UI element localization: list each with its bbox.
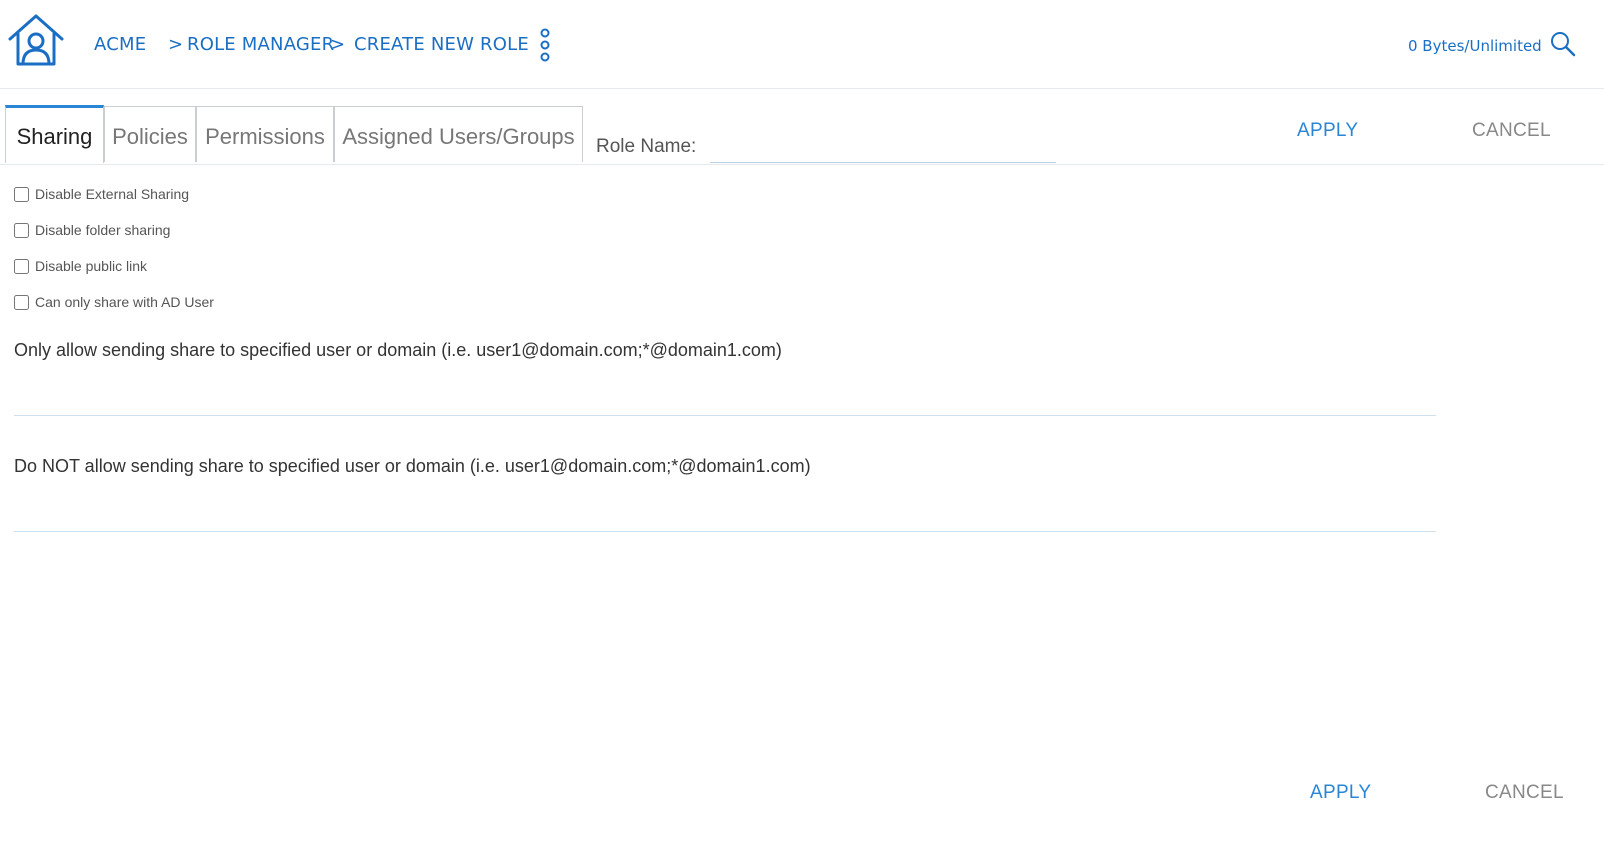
option-label: Disable External Sharing (35, 186, 190, 202)
deny-share-input[interactable] (14, 501, 1436, 532)
apply-button[interactable]: APPLY (1297, 120, 1358, 142)
allow-share-input[interactable] (14, 385, 1436, 416)
checkbox-disable-folder-sharing[interactable] (14, 222, 29, 238)
home-icon[interactable] (6, 12, 66, 68)
option-label: Can only share with AD User (35, 294, 214, 310)
role-manager-page: ACME > ROLE MANAGER > CREATE NEW ROLE 0 … (0, 0, 1604, 849)
deny-share-label: Do NOT allow sending share to specified … (14, 456, 811, 476)
option-label: Disable folder sharing (35, 222, 171, 238)
header-bar: ACME > ROLE MANAGER > CREATE NEW ROLE 0 … (0, 0, 1604, 89)
search-icon[interactable] (1550, 31, 1576, 57)
storage-usage: 0 Bytes/Unlimited (1408, 37, 1542, 55)
checkbox-disable-external-sharing[interactable] (14, 186, 29, 202)
allow-share-label: Only allow sending share to specified us… (14, 340, 782, 360)
bottom-cancel-button[interactable]: CANCEL (1485, 782, 1564, 804)
tab-assigned-users-groups[interactable]: Assigned Users/Groups (334, 106, 583, 162)
role-name-input[interactable] (710, 136, 1056, 163)
checkbox-only-ad-user[interactable] (14, 294, 29, 310)
tab-sharing[interactable]: Sharing (5, 105, 104, 163)
cancel-button[interactable]: CANCEL (1472, 120, 1551, 142)
breadcrumb-separator: > (330, 34, 346, 55)
role-name-label: Role Name: (596, 136, 697, 157)
option-disable-external-sharing[interactable]: Disable External Sharing (14, 186, 189, 202)
breadcrumb-separator: > (168, 34, 184, 55)
option-label: Disable public link (35, 258, 148, 274)
option-disable-folder-sharing[interactable]: Disable folder sharing (14, 222, 170, 238)
tab-toolbar: Sharing Policies Permissions Assigned Us… (0, 88, 1604, 165)
storage-used: 0 Bytes (1408, 37, 1465, 55)
breadcrumb-current: CREATE NEW ROLE (354, 34, 529, 55)
checkbox-disable-public-link[interactable] (14, 258, 29, 274)
breadcrumb-home[interactable]: ACME (94, 34, 146, 55)
tab-policies[interactable]: Policies (104, 106, 196, 162)
more-vertical-icon[interactable] (538, 28, 552, 62)
storage-limit: Unlimited (1469, 37, 1542, 55)
option-only-ad-user[interactable]: Can only share with AD User (14, 294, 214, 310)
breadcrumb-role-manager[interactable]: ROLE MANAGER (187, 34, 334, 55)
tab-permissions[interactable]: Permissions (196, 106, 334, 162)
bottom-apply-button[interactable]: APPLY (1310, 782, 1371, 804)
option-disable-public-link[interactable]: Disable public link (14, 258, 147, 274)
